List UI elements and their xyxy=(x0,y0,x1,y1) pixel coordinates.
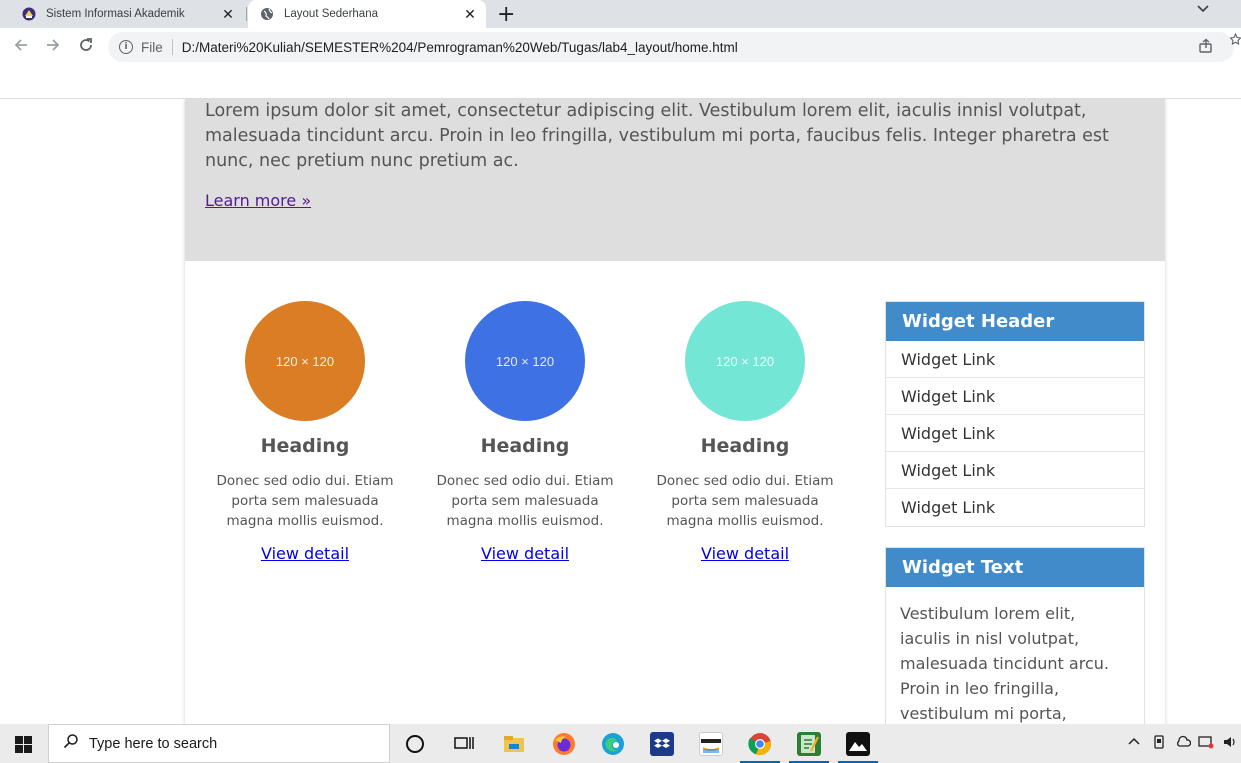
cortana-circle-icon[interactable] xyxy=(406,735,424,753)
placeholder-image: 120 × 120 xyxy=(245,301,365,421)
widget-links-panel: Widget Header Widget Link Widget Link Wi… xyxy=(885,301,1145,527)
widget-link[interactable]: Widget Link xyxy=(886,378,1144,415)
feature-text: Donec sed odio dui. Etiam porta sem male… xyxy=(436,473,614,529)
placeholder-image: 120 × 120 xyxy=(465,301,585,421)
university-logo-icon xyxy=(22,7,36,21)
cloud-sync-icon[interactable] xyxy=(1175,735,1192,753)
view-detail-link[interactable]: View detail xyxy=(261,544,349,563)
feature-text: Donec sed odio dui. Etiam porta sem male… xyxy=(656,473,834,529)
info-icon[interactable]: i xyxy=(119,40,133,54)
placeholder-image: 120 × 120 xyxy=(685,301,805,421)
feature-heading: Heading xyxy=(260,435,350,457)
feature-column: 120 × 120 Heading Donec sed odio dui. Et… xyxy=(425,301,625,563)
widget-link[interactable]: Widget Link xyxy=(886,452,1144,489)
widget-text-panel: Widget Text Vestibulum lorem elit, iacul… xyxy=(885,547,1145,724)
tab-title: Sistem Informasi Akademik xyxy=(46,8,185,20)
omnibox-divider xyxy=(171,39,173,55)
browser-toolbar: i File D:/Materi%20Kuliah/SEMESTER%204/P… xyxy=(0,28,1241,66)
chevron-up-icon[interactable] xyxy=(1128,735,1140,750)
tab-sistem-informasi-akademik[interactable]: Sistem Informasi Akademik ✕ xyxy=(8,0,244,28)
tab-layout-sederhana[interactable]: Layout Sederhana ✕ xyxy=(248,0,486,28)
widget-header: Widget Text xyxy=(886,548,1144,587)
network-status-icon[interactable] xyxy=(1198,735,1214,753)
feature-heading: Heading xyxy=(700,435,790,457)
bookmark-star-icon[interactable] xyxy=(1229,32,1241,49)
intro-paragraph: Lorem ipsum dolor sit amet, consectetur … xyxy=(205,101,1109,171)
volume-icon[interactable] xyxy=(1222,735,1238,753)
feature-text: Donec sed odio dui. Etiam porta sem male… xyxy=(216,473,394,529)
taskbar-search-box[interactable]: Type here to search xyxy=(48,724,390,763)
address-bar[interactable]: i File D:/Materi%20Kuliah/SEMESTER%204/P… xyxy=(108,32,1234,62)
search-placeholder: Type here to search xyxy=(89,735,218,752)
jumbotron: Lorem ipsum dolor sit amet, consectetur … xyxy=(185,99,1165,261)
reload-icon[interactable] xyxy=(77,36,95,59)
tab-strip: Sistem Informasi Akademik ✕ Layout Seder… xyxy=(0,0,1241,28)
taskbar: Type here to search xyxy=(0,724,1241,763)
feature-heading: Heading xyxy=(480,435,570,457)
widget-link[interactable]: Widget Link xyxy=(886,489,1144,526)
close-icon[interactable]: ✕ xyxy=(218,6,238,23)
task-view-icon[interactable] xyxy=(454,734,478,758)
tab-title: Layout Sederhana xyxy=(284,8,378,20)
tab-separator xyxy=(246,7,247,21)
windows-start-icon[interactable] xyxy=(15,736,32,753)
chrome-icon[interactable] xyxy=(748,732,772,756)
learn-more-link[interactable]: Learn more » xyxy=(205,191,311,210)
notepad-plus-icon[interactable] xyxy=(797,732,821,756)
url-text[interactable]: D:/Materi%20Kuliah/SEMESTER%204/Pemrogra… xyxy=(182,40,738,55)
share-icon[interactable] xyxy=(1198,38,1214,57)
search-icon xyxy=(63,733,79,754)
widget-link[interactable]: Widget Link xyxy=(886,415,1144,452)
feature-column: 120 × 120 Heading Donec sed odio dui. Et… xyxy=(205,301,405,563)
new-tab-button[interactable]: + xyxy=(497,2,515,27)
globe-icon xyxy=(260,7,274,21)
photos-icon[interactable] xyxy=(846,732,870,756)
back-arrow-icon[interactable] xyxy=(12,36,30,59)
firefox-icon[interactable] xyxy=(552,732,576,756)
scheme-label: File xyxy=(141,39,163,55)
close-icon[interactable]: ✕ xyxy=(460,6,480,23)
edge-icon[interactable] xyxy=(601,732,625,756)
widget-header: Widget Header xyxy=(886,302,1144,341)
forward-arrow-icon[interactable] xyxy=(44,36,62,59)
view-detail-link[interactable]: View detail xyxy=(701,544,789,563)
usb-device-icon[interactable] xyxy=(1152,735,1166,755)
widget-text-body: Vestibulum lorem elit, iaculis in nisl v… xyxy=(900,604,1109,723)
amazon-icon[interactable] xyxy=(699,732,723,756)
widget-link[interactable]: Widget Link xyxy=(886,341,1144,378)
dropbox-icon[interactable] xyxy=(650,732,674,756)
tab-search-chevron-icon[interactable] xyxy=(1196,2,1210,18)
page-viewport[interactable]: Lorem ipsum dolor sit amet, consectetur … xyxy=(0,99,1241,724)
view-detail-link[interactable]: View detail xyxy=(481,544,569,563)
file-explorer-icon[interactable] xyxy=(502,732,526,756)
feature-column: 120 × 120 Heading Donec sed odio dui. Et… xyxy=(645,301,845,563)
page-container: Lorem ipsum dolor sit amet, consectetur … xyxy=(185,99,1165,724)
